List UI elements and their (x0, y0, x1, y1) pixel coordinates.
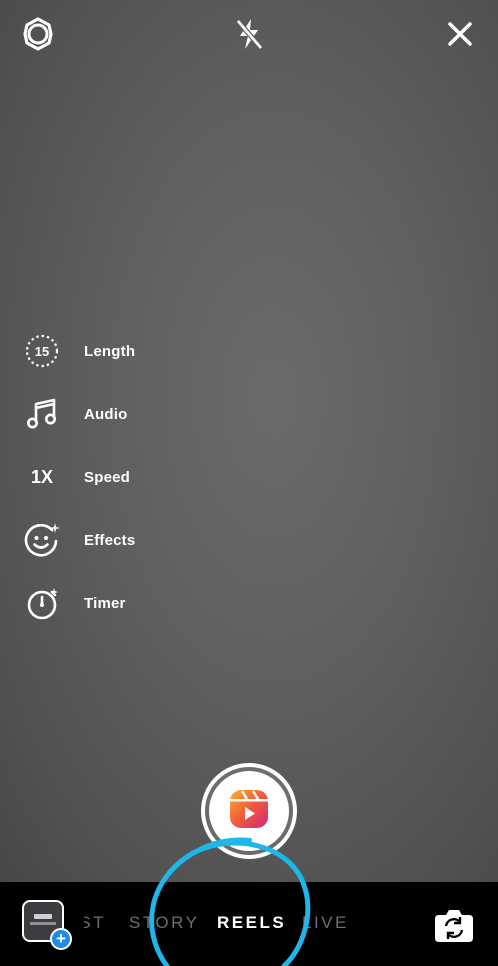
capture-button-inner (209, 771, 289, 851)
tool-effects-label: Effects (84, 531, 136, 549)
mode-live[interactable]: LIVE (302, 913, 349, 933)
flip-camera-icon[interactable] (431, 902, 477, 948)
gear-icon[interactable] (18, 14, 58, 54)
length-timer-icon: 15 (22, 331, 62, 371)
speed-icon: 1X (22, 457, 62, 497)
tool-audio-label: Audio (84, 405, 128, 423)
length-value: 15 (35, 344, 49, 359)
sparkle-face-icon (22, 520, 62, 560)
flash-off-icon[interactable] (229, 14, 269, 54)
camera-viewfinder[interactable] (0, 0, 498, 882)
bottom-bar: + ST STORY REELS LIVE (0, 882, 498, 966)
stopwatch-icon (22, 583, 62, 623)
mode-story[interactable]: STORY (129, 913, 199, 933)
tool-timer-label: Timer (84, 594, 126, 612)
music-note-icon (22, 394, 62, 434)
mode-selector: ST STORY REELS LIVE (0, 913, 498, 937)
tool-length[interactable]: 15 Length (22, 331, 182, 371)
mode-reels[interactable]: REELS (217, 913, 286, 933)
tool-length-label: Length (84, 342, 136, 360)
tool-speed[interactable]: 1X Speed (22, 457, 182, 497)
reels-icon (227, 787, 271, 836)
tool-speed-label: Speed (84, 468, 131, 486)
speed-value: 1X (30, 466, 54, 487)
mode-post[interactable]: ST (84, 913, 106, 933)
tool-timer[interactable]: Timer (22, 583, 182, 623)
close-icon[interactable] (440, 14, 480, 54)
capture-button[interactable] (201, 763, 297, 859)
tool-audio[interactable]: Audio (22, 394, 182, 434)
tool-effects[interactable]: Effects (22, 520, 182, 560)
